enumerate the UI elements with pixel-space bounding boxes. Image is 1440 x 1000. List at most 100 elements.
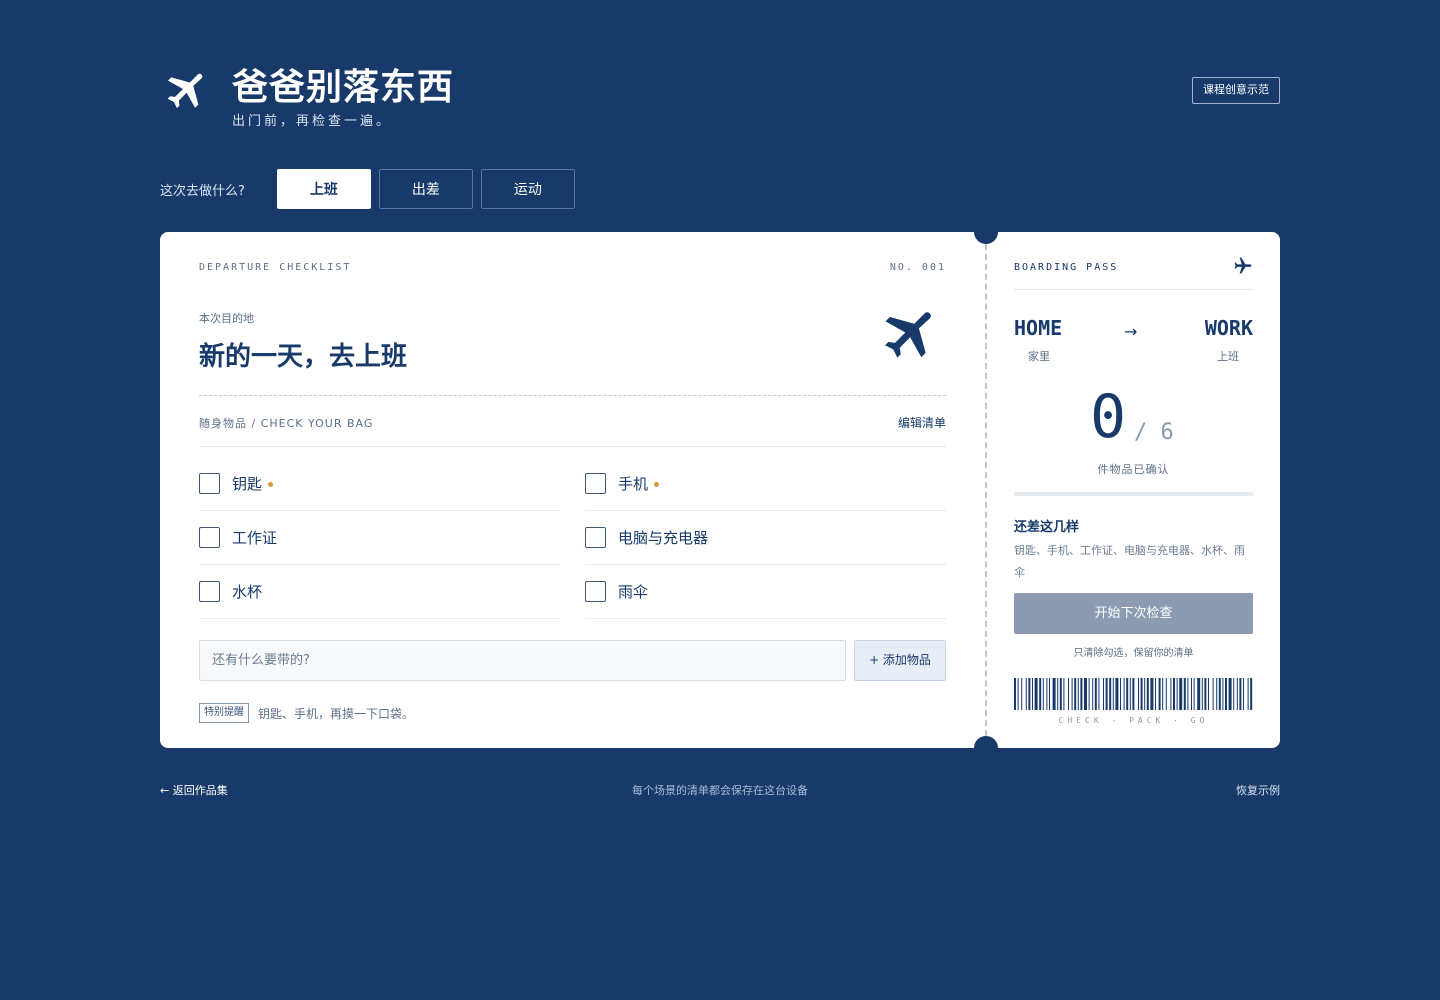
barcode-bar: [1103, 678, 1104, 710]
route-from-cn: 家里: [1028, 350, 1050, 363]
barcode-bar: [1212, 678, 1214, 710]
checklist-item-umbrella[interactable]: 雨伞: [585, 565, 946, 619]
checkbox[interactable]: [585, 473, 606, 494]
edit-list-link[interactable]: 编辑清单: [898, 414, 946, 431]
total-count: / 6: [1134, 420, 1174, 445]
barcode-bar: [1165, 678, 1167, 710]
barcode-bar: [1025, 678, 1027, 710]
page-footer: ← 返回作品集 每个场景的清单都会保存在这台设备 恢复示例: [160, 782, 1280, 798]
barcode-bar: [1077, 678, 1079, 710]
barcode-bar: [1052, 678, 1056, 710]
barcode-bar: [1034, 678, 1038, 710]
destination-title: 新的一天，去上班: [199, 342, 408, 372]
boarding-pass-kicker: BOARDING PASS: [1014, 262, 1119, 273]
start-next-check-button[interactable]: 开始下次检查: [1014, 593, 1253, 634]
checklist-item-keys[interactable]: 钥匙: [199, 457, 560, 511]
checkbox[interactable]: [585, 527, 606, 548]
barcode-bar: [1057, 678, 1059, 710]
barcode: [1014, 678, 1253, 710]
barcode-bar: [1228, 678, 1232, 710]
tip-text: 钥匙、手机，再摸一下口袋。: [258, 707, 415, 721]
barcode-bar: [1170, 678, 1172, 710]
barcode-bar: [1140, 678, 1143, 710]
checklist-item-cup[interactable]: 水杯: [199, 565, 560, 619]
barcode-bar: [1074, 678, 1077, 710]
barcode-bar: [1187, 678, 1189, 710]
barcode-bar: [1204, 678, 1207, 710]
barcode-bar: [1247, 678, 1249, 710]
app-header: 爸爸别落东西 出门前，再检查一遍。 课程创意示范: [160, 58, 1280, 138]
route-to: WORK: [1204, 316, 1253, 340]
barcode-bar: [1032, 678, 1033, 710]
barcode-bar: [1080, 678, 1083, 710]
barcode-bar: [1059, 678, 1062, 710]
checkbox[interactable]: [585, 581, 606, 602]
barcode-bar: [1146, 678, 1149, 710]
barcode-bar: [1105, 678, 1108, 710]
barcode-bar: [1222, 678, 1224, 710]
item-label: 手机: [618, 475, 649, 493]
checklist-item-phone[interactable]: 手机: [585, 457, 946, 511]
barcode-bar: [1092, 678, 1094, 710]
barcode-bar: [1197, 678, 1201, 710]
checked-count: 0: [1090, 382, 1127, 452]
checkbox[interactable]: [199, 581, 220, 602]
barcode-bar: [1138, 678, 1139, 710]
barcode-bar: [1063, 678, 1065, 710]
barcode-bar: [1115, 678, 1119, 710]
barcode-bar: [1162, 678, 1164, 710]
departure-kicker: DEPARTURE CHECKLIST: [199, 262, 352, 273]
barcode-bar: [1126, 678, 1129, 710]
checkbox[interactable]: [199, 527, 220, 548]
important-dot: [268, 482, 274, 487]
barcode-bar: [1225, 678, 1227, 710]
important-dot: [654, 482, 660, 487]
barcode-bar: [1183, 678, 1186, 710]
barcode-bar: [1243, 678, 1244, 710]
checkbox[interactable]: [199, 473, 220, 494]
checklist-item-badge[interactable]: 工作证: [199, 511, 560, 565]
barcode-bar: [1046, 678, 1048, 710]
remaining-title: 还差这几样: [1014, 520, 1080, 535]
scene-tab-sport[interactable]: 运动: [480, 169, 575, 209]
divider: [199, 446, 946, 447]
ticket-notch-top: [974, 220, 998, 244]
course-demo-button[interactable]: 课程创意示范: [1192, 77, 1280, 104]
airplane-icon: [167, 73, 203, 109]
barcode-caption: CHECK · PACK · GO: [1058, 716, 1209, 725]
barcode-bar: [1014, 678, 1016, 710]
barcode-bar: [1112, 678, 1114, 710]
airplane-icon: [1234, 257, 1252, 274]
ticket-perforation: [985, 244, 987, 736]
item-label: 电脑与充电器: [618, 529, 709, 547]
restore-example-link[interactable]: 恢复示例: [1236, 782, 1280, 798]
progress-bar: [1014, 492, 1253, 496]
barcode-bar: [1239, 678, 1242, 710]
airplane-icon: [885, 312, 931, 358]
barcode-bar: [1068, 678, 1069, 710]
add-item-input[interactable]: [199, 640, 846, 681]
divider: [1014, 289, 1253, 290]
scene-tab-work[interactable]: 上班: [276, 169, 371, 209]
app-title: 爸爸别落东西: [232, 67, 455, 108]
barcode-bar: [1179, 678, 1183, 710]
scene-tab-business-trip[interactable]: 出差: [378, 169, 473, 209]
count-caption: 件物品已确认: [1097, 463, 1170, 476]
divider: [199, 395, 946, 396]
add-item-button[interactable]: + 添加物品: [854, 640, 946, 681]
barcode-bar: [1088, 678, 1090, 710]
barcode-bar: [1071, 678, 1073, 710]
barcode-bar: [1144, 678, 1146, 710]
barcode-bar: [1201, 678, 1203, 710]
barcode-bar: [1120, 678, 1121, 710]
item-label: 钥匙: [232, 475, 263, 493]
remaining-items: 钥匙、手机、工作证、电脑与充电器、水杯、雨伞: [1014, 544, 1245, 579]
ticket-card: DEPARTURE CHECKLIST NO. 001 本次目的地 新的一天，去…: [160, 220, 1280, 760]
checklist-item-laptop[interactable]: 电脑与充电器: [585, 511, 946, 565]
barcode-bar: [1098, 678, 1100, 710]
arrow-right-icon: →: [1124, 322, 1138, 341]
barcode-bar: [1109, 678, 1112, 710]
barcode-bar: [1132, 678, 1135, 710]
barcode-bar: [1150, 678, 1154, 710]
barcode-bar: [1028, 678, 1031, 710]
